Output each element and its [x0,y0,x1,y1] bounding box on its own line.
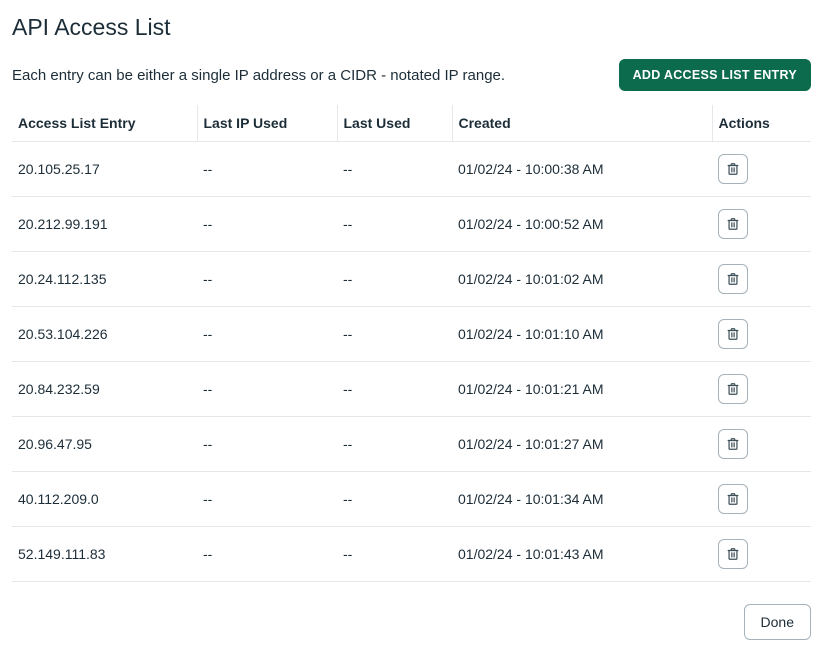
cell-actions [712,142,811,197]
cell-actions [712,472,811,527]
col-header-last-used: Last Used [337,105,452,142]
cell-created: 01/02/24 - 10:01:02 AM [452,252,712,307]
delete-entry-button[interactable] [718,154,748,184]
cell-entry: 20.96.47.95 [12,417,197,472]
cell-created: 01/02/24 - 10:00:52 AM [452,197,712,252]
table-row: 20.105.25.17----01/02/24 - 10:00:38 AM [12,142,811,197]
trash-icon [726,217,740,231]
add-access-list-entry-button[interactable]: ADD ACCESS LIST ENTRY [619,59,811,91]
cell-last-ip: -- [197,142,337,197]
cell-created: 01/02/24 - 10:01:43 AM [452,527,712,582]
delete-entry-button[interactable] [718,429,748,459]
cell-last-ip: -- [197,472,337,527]
delete-entry-button[interactable] [718,539,748,569]
cell-created: 01/02/24 - 10:01:21 AM [452,362,712,417]
col-header-created: Created [452,105,712,142]
cell-actions [712,307,811,362]
done-button[interactable]: Done [744,604,811,640]
cell-last-used: -- [337,417,452,472]
cell-last-used: -- [337,197,452,252]
cell-entry: 20.105.25.17 [12,142,197,197]
cell-actions [712,252,811,307]
cell-last-ip: -- [197,527,337,582]
cell-actions [712,527,811,582]
table-row: 20.53.104.226----01/02/24 - 10:01:10 AM [12,307,811,362]
cell-actions [712,362,811,417]
cell-entry: 20.84.232.59 [12,362,197,417]
table-row: 20.96.47.95----01/02/24 - 10:01:27 AM [12,417,811,472]
access-list-table: Access List Entry Last IP Used Last Used… [12,105,811,582]
cell-entry: 20.212.99.191 [12,197,197,252]
cell-actions [712,417,811,472]
cell-last-used: -- [337,142,452,197]
table-row: 20.24.112.135----01/02/24 - 10:01:02 AM [12,252,811,307]
cell-entry: 40.112.209.0 [12,472,197,527]
cell-last-used: -- [337,252,452,307]
toolbar: Each entry can be either a single IP add… [12,59,811,91]
trash-icon [726,382,740,396]
table-row: 52.149.111.83----01/02/24 - 10:01:43 AM [12,527,811,582]
trash-icon [726,162,740,176]
cell-created: 01/02/24 - 10:00:38 AM [452,142,712,197]
cell-entry: 20.53.104.226 [12,307,197,362]
trash-icon [726,272,740,286]
cell-last-used: -- [337,307,452,362]
cell-entry: 52.149.111.83 [12,527,197,582]
col-header-entry: Access List Entry [12,105,197,142]
table-row: 20.84.232.59----01/02/24 - 10:01:21 AM [12,362,811,417]
col-header-actions: Actions [712,105,811,142]
trash-icon [726,437,740,451]
cell-last-ip: -- [197,362,337,417]
trash-icon [726,547,740,561]
delete-entry-button[interactable] [718,319,748,349]
cell-last-ip: -- [197,197,337,252]
page-title: API Access List [12,14,811,41]
cell-created: 01/02/24 - 10:01:27 AM [452,417,712,472]
cell-created: 01/02/24 - 10:01:10 AM [452,307,712,362]
cell-last-ip: -- [197,252,337,307]
cell-last-used: -- [337,362,452,417]
delete-entry-button[interactable] [718,374,748,404]
trash-icon [726,327,740,341]
table-row: 40.112.209.0----01/02/24 - 10:01:34 AM [12,472,811,527]
cell-actions [712,197,811,252]
cell-last-ip: -- [197,307,337,362]
delete-entry-button[interactable] [718,209,748,239]
cell-last-ip: -- [197,417,337,472]
cell-created: 01/02/24 - 10:01:34 AM [452,472,712,527]
table-row: 20.212.99.191----01/02/24 - 10:00:52 AM [12,197,811,252]
cell-last-used: -- [337,472,452,527]
col-header-last-ip: Last IP Used [197,105,337,142]
cell-last-used: -- [337,527,452,582]
cell-entry: 20.24.112.135 [12,252,197,307]
delete-entry-button[interactable] [718,484,748,514]
page-description: Each entry can be either a single IP add… [12,67,505,84]
trash-icon [726,492,740,506]
delete-entry-button[interactable] [718,264,748,294]
